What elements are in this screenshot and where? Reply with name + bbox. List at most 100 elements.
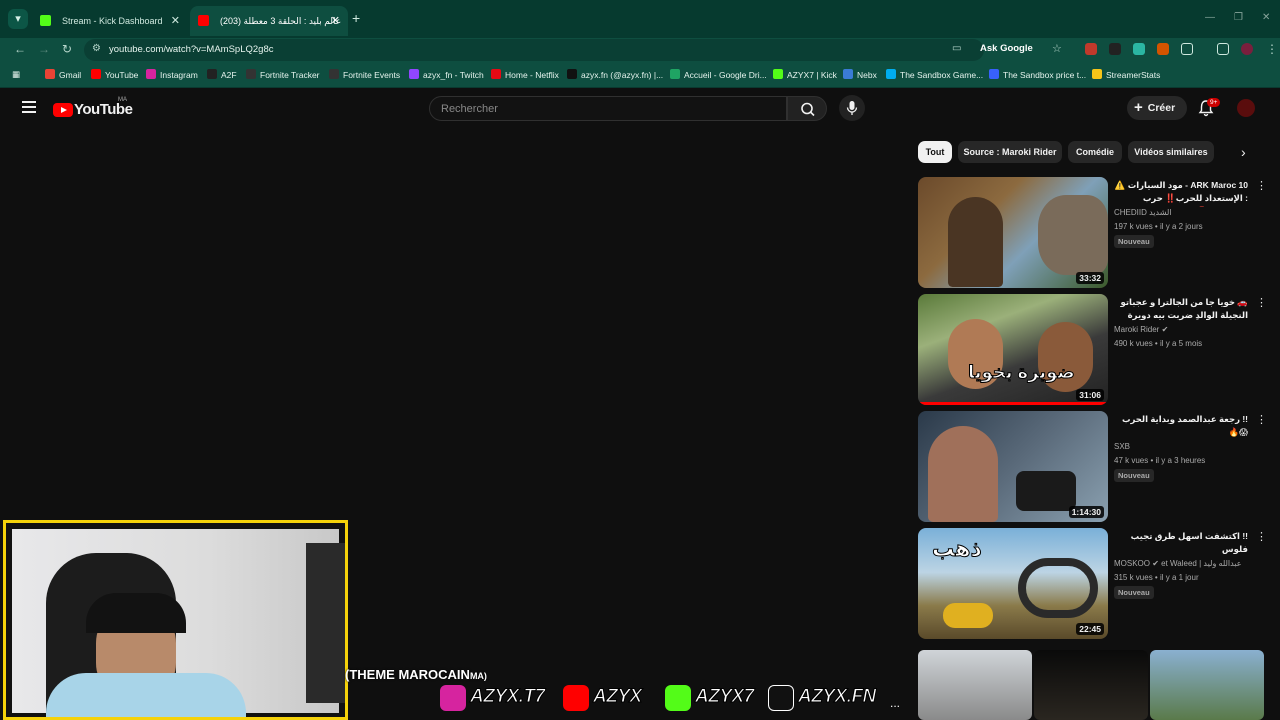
new-badge: Nouveau — [1114, 586, 1154, 599]
media-controls-icon[interactable] — [1217, 43, 1229, 55]
related-video[interactable]: ضويرة بخويا 31:06 🚗 خويا جا من الجالترا … — [918, 294, 1268, 406]
address-toolbar: ← → ↻ ⚙ youtube.com/watch?v=MAmSpLQ2g8c … — [0, 38, 1280, 62]
short-thumbnail[interactable] — [1034, 650, 1148, 720]
new-badge: Nouveau — [1114, 235, 1154, 248]
extension-icon[interactable] — [1133, 43, 1145, 55]
bookmark-item[interactable]: A2F — [207, 69, 237, 80]
ask-google-button[interactable]: Ask Google — [980, 43, 1033, 54]
channel-name[interactable]: SXB — [1114, 442, 1130, 451]
close-tab-icon[interactable]: ✕ — [331, 6, 340, 36]
short-thumbnail[interactable] — [918, 650, 1032, 720]
bookmark-star-icon[interactable]: ☆ — [1052, 42, 1062, 55]
chip-all[interactable]: Tout — [918, 141, 952, 163]
bookmark-item[interactable]: azyx_fn - Twitch — [409, 69, 484, 80]
menu-hamburger-icon[interactable] — [22, 101, 36, 116]
cast-icon[interactable]: ▭ — [952, 43, 961, 54]
more-options-icon[interactable]: ⋮ — [1256, 179, 1267, 192]
new-tab-icon[interactable]: + — [352, 10, 360, 26]
account-avatar[interactable] — [1237, 99, 1255, 117]
channel-name[interactable]: CHEDIID الشديد — [1114, 208, 1172, 217]
chevron-right-icon[interactable]: › — [1241, 144, 1246, 160]
video-thumbnail[interactable]: ضويرة بخويا 31:06 — [918, 294, 1108, 405]
extension-icon[interactable] — [1157, 43, 1169, 55]
channel-name[interactable]: Maroki Rider ✔ — [1114, 325, 1168, 334]
video-title[interactable]: !! رجعة عبدالصمد وبداية الحرب 😱🔥 — [1114, 413, 1248, 439]
site-info-icon[interactable]: ⚙ — [92, 43, 101, 54]
bookmark-item[interactable]: Accueil - Google Dri... — [670, 69, 767, 80]
bookmark-item[interactable]: The Sandbox Game... — [886, 69, 983, 80]
chip-comedy[interactable]: Comédie — [1068, 141, 1122, 163]
more-options-icon[interactable]: ⋮ — [1256, 296, 1267, 309]
more-options-icon[interactable]: ⋮ — [1256, 530, 1267, 543]
url-bar[interactable]: ⚙ youtube.com/watch?v=MAmSpLQ2g8c ▭ — [84, 39, 984, 61]
bookmark-item[interactable]: Fortnite Tracker — [246, 69, 320, 80]
tiktok-icon — [768, 685, 794, 711]
close-window-icon[interactable]: ✕ — [1262, 12, 1270, 23]
chip-source[interactable]: Source : Maroki Rider — [958, 141, 1062, 163]
channel-name[interactable]: MOSKOO ✔ et Waleed | عبدالله وليد — [1114, 559, 1242, 568]
bookmark-item[interactable]: azyx.fn (@azyx.fn) |... — [567, 69, 663, 80]
new-badge: Nouveau — [1114, 469, 1154, 482]
apps-grid-icon[interactable]: ▦ — [12, 69, 20, 80]
video-duration: 1:14:30 — [1068, 506, 1104, 518]
profile-avatar[interactable] — [1241, 43, 1253, 55]
bookmark-item[interactable]: Home - Netflix — [491, 69, 559, 80]
notification-count-badge: 9+ — [1207, 98, 1221, 107]
video-thumbnail[interactable]: 1:14:30 — [918, 411, 1108, 522]
tab-youtube-video[interactable]: عالم بليد : الحلقة 3 معطلة (203) ✕ — [190, 6, 348, 36]
video-duration: 31:06 — [1076, 389, 1104, 401]
related-video[interactable]: 33:32 ARK Maroc 10 - مود السيارات ⚠️ : ا… — [918, 177, 1268, 289]
video-thumbnail[interactable]: 33:32 — [918, 177, 1108, 288]
thumbnail-caption: ذهب — [932, 536, 983, 562]
bookmark-item[interactable]: Fortnite Events — [329, 69, 400, 80]
voice-search-button[interactable] — [839, 95, 865, 121]
more-options-icon[interactable]: ⋮ — [1256, 413, 1267, 426]
bookmark-item[interactable]: Nebx — [843, 69, 877, 80]
tab-kick-dashboard[interactable]: Stream - Kick Dashboard ✕ — [32, 6, 188, 36]
search-icon — [801, 102, 815, 117]
region-code: MA — [118, 97, 127, 103]
thumbnail-caption: ضويرة بخويا — [968, 362, 1076, 383]
video-duration: 33:32 — [1076, 272, 1104, 284]
video-thumbnail[interactable]: ذهب 22:45 — [918, 528, 1108, 639]
create-button[interactable]: + Créer — [1127, 96, 1187, 120]
search-button[interactable] — [787, 96, 827, 121]
short-thumbnail[interactable] — [1150, 650, 1264, 720]
extensions-puzzle-icon[interactable] — [1181, 43, 1193, 55]
tab-search-button[interactable]: ▾ — [8, 9, 28, 29]
bookmark-item[interactable]: The Sandbox price t... — [989, 69, 1086, 80]
video-meta: 315 k vues • il y a 1 jour — [1114, 573, 1199, 582]
reload-icon[interactable]: ↻ — [62, 42, 72, 56]
kick-favicon-icon — [40, 15, 51, 26]
bookmark-item[interactable]: AZYX7 | Kick — [773, 69, 837, 80]
chip-similar[interactable]: Vidéos similaires — [1128, 141, 1214, 163]
bookmark-item[interactable]: YouTube — [91, 69, 138, 80]
video-title[interactable]: ARK Maroc 10 - مود السيارات ⚠️ : الإستعد… — [1114, 179, 1248, 207]
close-tab-icon[interactable]: ✕ — [171, 6, 180, 36]
video-title[interactable]: !! اكتشفت اسهل طرق تجيب فلوس — [1114, 530, 1248, 556]
kick-icon — [665, 685, 691, 711]
youtube-logo[interactable]: YouTube — [53, 101, 133, 118]
more-dots: ... — [890, 696, 901, 710]
browser-menu-icon[interactable]: ⋮ — [1266, 42, 1278, 56]
related-video[interactable]: 1:14:30 !! رجعة عبدالصمد وبداية الحرب 😱🔥… — [918, 411, 1268, 523]
related-video[interactable]: ذهب 22:45 !! اكتشفت اسهل طرق تجيب فلوس M… — [918, 528, 1268, 640]
maximize-icon[interactable]: ❐ — [1234, 12, 1243, 23]
browser-tab-strip: ▾ Stream - Kick Dashboard ✕ عالم بليد : … — [0, 0, 1280, 38]
bookmark-item[interactable]: Gmail — [45, 69, 81, 80]
minimize-icon[interactable]: — — [1205, 12, 1215, 23]
bookmarks-bar: ▦ Gmail YouTube Instagram A2F Fortnite T… — [0, 62, 1280, 88]
youtube-favicon-icon — [198, 15, 209, 26]
video-meta: 490 k vues • il y a 5 mois — [1114, 339, 1203, 348]
bookmark-item[interactable]: Instagram — [146, 69, 198, 80]
forward-icon[interactable]: → — [38, 42, 50, 56]
search-input[interactable]: Rechercher — [429, 96, 787, 121]
video-title[interactable]: 🚗 خويا جا من الجالترا و عجباتو النجيلة ا… — [1114, 296, 1248, 324]
extension-icon[interactable] — [1109, 43, 1121, 55]
url-text[interactable]: youtube.com/watch?v=MAmSpLQ2g8c — [109, 44, 274, 55]
video-duration: 22:45 — [1076, 623, 1104, 635]
back-icon[interactable]: ← — [14, 42, 26, 56]
video-meta: 197 k vues • il y a 2 jours — [1114, 222, 1203, 231]
bookmark-item[interactable]: StreamerStats — [1092, 69, 1160, 80]
extension-icon[interactable] — [1085, 43, 1097, 55]
